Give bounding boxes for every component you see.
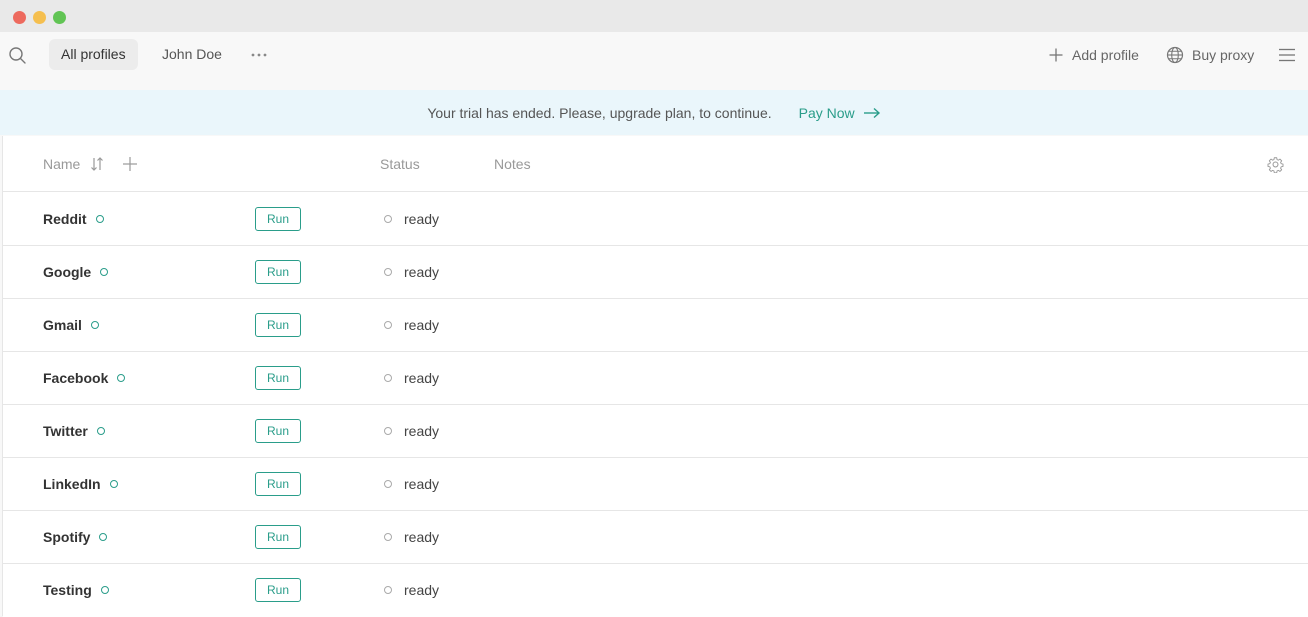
tab-john-doe[interactable]: John Doe xyxy=(150,39,234,70)
online-indicator-icon xyxy=(100,268,109,276)
more-icon[interactable] xyxy=(248,44,270,66)
table-row[interactable]: Spotify Run ready xyxy=(3,511,1308,564)
run-button[interactable]: Run xyxy=(255,578,301,602)
gear-icon[interactable] xyxy=(1267,156,1284,174)
status-cell: ready xyxy=(384,352,439,404)
status-dot-icon xyxy=(384,215,392,223)
profiles-table: Name Status Notes Reddit Run ready Googl… xyxy=(2,136,1308,617)
minimize-window-button[interactable] xyxy=(33,11,46,24)
add-column-icon[interactable] xyxy=(122,156,138,172)
status-cell: ready xyxy=(384,193,439,245)
profile-name-cell: LinkedIn xyxy=(43,458,118,510)
table-row[interactable]: Gmail Run ready xyxy=(3,299,1308,352)
status-dot-icon xyxy=(384,268,392,276)
arrow-right-icon xyxy=(863,107,880,118)
status-dot-icon xyxy=(384,321,392,329)
column-header-notes[interactable]: Notes xyxy=(494,136,531,192)
online-indicator-icon xyxy=(90,321,99,329)
profile-name[interactable]: Spotify xyxy=(43,511,90,563)
globe-icon xyxy=(1166,46,1184,63)
column-header-status[interactable]: Status xyxy=(380,136,420,192)
profile-name[interactable]: Facebook xyxy=(43,352,108,404)
profile-name-cell: Google xyxy=(43,246,109,298)
table-body: Reddit Run ready Google Run ready Gmail … xyxy=(3,193,1308,617)
run-button[interactable]: Run xyxy=(255,472,301,496)
online-indicator-icon xyxy=(117,374,126,382)
status-dot-icon xyxy=(384,374,392,382)
profile-name[interactable]: Google xyxy=(43,246,91,298)
table-row[interactable]: LinkedIn Run ready xyxy=(3,458,1308,511)
status-text: ready xyxy=(404,476,440,492)
online-indicator-icon xyxy=(96,427,105,435)
add-profile-button[interactable]: Add profile xyxy=(1048,39,1139,70)
status-text: ready xyxy=(404,529,440,545)
tab-all-profiles[interactable]: All profiles xyxy=(49,39,138,70)
banner-message: Your trial has ended. Please, upgrade pl… xyxy=(427,104,772,121)
run-button[interactable]: Run xyxy=(255,260,301,284)
online-indicator-icon xyxy=(99,533,108,541)
sort-icon[interactable] xyxy=(90,156,104,172)
profile-name-cell: Twitter xyxy=(43,405,105,457)
profile-name-cell: Testing xyxy=(43,564,109,616)
plus-icon xyxy=(1049,48,1063,61)
run-button[interactable]: Run xyxy=(255,207,301,231)
online-indicator-icon xyxy=(109,480,118,488)
profile-name-cell: Gmail xyxy=(43,299,99,351)
profile-name[interactable]: LinkedIn xyxy=(43,458,101,510)
toolbar: All profiles John Doe Add profile Buy pr… xyxy=(0,32,1308,90)
status-text: ready xyxy=(404,264,440,280)
app-window: All profiles John Doe Add profile Buy pr… xyxy=(0,0,1308,617)
status-text: ready xyxy=(404,317,440,333)
pay-now-link[interactable]: Pay Now xyxy=(799,105,881,121)
column-header-name[interactable]: Name xyxy=(43,136,80,192)
status-text: ready xyxy=(404,582,440,598)
table-row[interactable]: Twitter Run ready xyxy=(3,405,1308,458)
profile-name[interactable]: Twitter xyxy=(43,405,88,457)
run-button[interactable]: Run xyxy=(255,419,301,443)
status-text: ready xyxy=(404,423,440,439)
status-dot-icon xyxy=(384,427,392,435)
status-cell: ready xyxy=(384,246,439,298)
status-text: ready xyxy=(404,211,440,227)
status-cell: ready xyxy=(384,405,439,457)
status-cell: ready xyxy=(384,564,439,616)
table-row[interactable]: Facebook Run ready xyxy=(3,352,1308,405)
status-cell: ready xyxy=(384,458,439,510)
run-button[interactable]: Run xyxy=(255,525,301,549)
run-button[interactable]: Run xyxy=(255,366,301,390)
table-row[interactable]: Reddit Run ready xyxy=(3,193,1308,246)
status-text: ready xyxy=(404,370,440,386)
status-dot-icon xyxy=(384,533,392,541)
close-window-button[interactable] xyxy=(13,11,26,24)
buy-proxy-label: Buy proxy xyxy=(1192,46,1255,63)
status-dot-icon xyxy=(384,586,392,594)
trial-ended-banner: Your trial has ended. Please, upgrade pl… xyxy=(0,90,1308,135)
table-header: Name Status Notes xyxy=(3,136,1308,192)
table-row[interactable]: Google Run ready xyxy=(3,246,1308,299)
pay-now-label: Pay Now xyxy=(798,104,855,121)
maximize-window-button[interactable] xyxy=(53,11,66,24)
status-cell: ready xyxy=(384,511,439,563)
search-icon[interactable] xyxy=(7,45,29,67)
profile-name[interactable]: Reddit xyxy=(43,193,87,245)
run-button[interactable]: Run xyxy=(255,313,301,337)
profile-name[interactable]: Gmail xyxy=(43,299,82,351)
status-dot-icon xyxy=(384,480,392,488)
online-indicator-icon xyxy=(100,586,109,594)
profile-name[interactable]: Testing xyxy=(43,564,92,616)
profile-name-cell: Reddit xyxy=(43,193,104,245)
add-profile-label: Add profile xyxy=(1072,46,1139,63)
profile-name-cell: Spotify xyxy=(43,511,108,563)
status-cell: ready xyxy=(384,299,439,351)
profile-name-cell: Facebook xyxy=(43,352,126,404)
online-indicator-icon xyxy=(95,215,104,223)
hamburger-menu-icon[interactable] xyxy=(1276,44,1298,66)
title-bar xyxy=(0,0,1308,32)
buy-proxy-button[interactable]: Buy proxy xyxy=(1166,39,1254,70)
table-row[interactable]: Testing Run ready xyxy=(3,564,1308,617)
